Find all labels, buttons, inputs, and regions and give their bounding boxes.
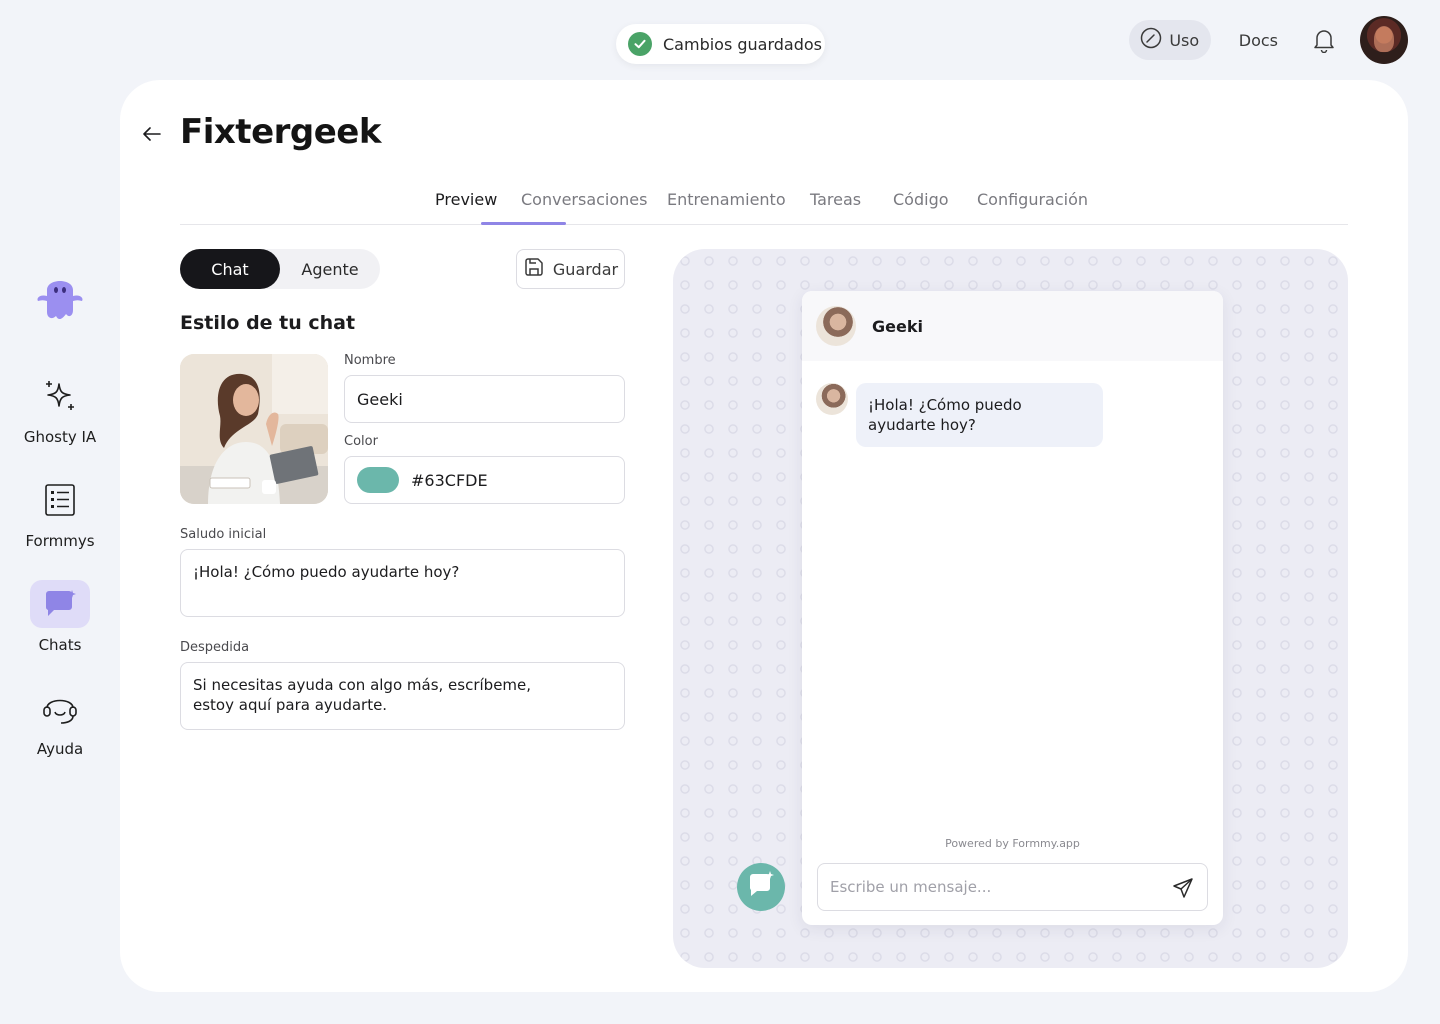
saved-toast: Cambios guardados [616,24,825,64]
tab-conversaciones[interactable]: Conversaciones [521,190,647,209]
bell-icon[interactable] [1310,26,1338,54]
bot-message: ¡Hola! ¿Cómo puedo ayudarte hoy? [816,383,1103,447]
message-placeholder: Escribe un mensaje... [830,878,992,896]
check-icon [628,32,652,56]
page-title: Fixtergeek [180,112,381,152]
chat-header: Geeki [802,291,1223,361]
sparkles-icon [30,372,90,420]
farewell-field[interactable]: Si necesitas ayuda con algo más, escríbe… [180,662,625,730]
tab-configuracion[interactable]: Configuración [977,190,1088,209]
tab-tareas[interactable]: Tareas [810,190,861,209]
send-icon[interactable] [1171,876,1195,900]
save-button[interactable]: Guardar [516,249,625,289]
bot-avatar-photo[interactable] [180,354,328,504]
chat-widget-window: Geeki ¡Hola! ¿Cómo puedo ayudarte hoy? P… [802,291,1223,925]
active-tab-indicator [481,222,566,225]
greeting-field[interactable]: ¡Hola! ¿Cómo puedo ayudarte hoy? [180,549,625,617]
mode-toggle: Chat Agente [180,249,380,289]
tab-codigo[interactable]: Código [893,190,949,209]
main-card: Fixtergeek Preview Conversaciones Entren… [120,80,1408,992]
docs-link[interactable]: Docs [1239,31,1278,50]
color-field[interactable]: #63CFDE [344,456,625,504]
tab-bar: Preview Conversaciones Entrenamiento Tar… [180,176,1348,225]
farewell-label: Despedida [180,640,250,655]
sidebar-item-label: Ghosty IA [23,428,97,446]
sidebar-item-ayuda[interactable]: Ayuda [18,684,102,758]
top-nav: Uso Docs [1128,16,1408,64]
bot-avatar [816,306,856,346]
color-label: Color [344,434,378,449]
sidebar-item-label: Ayuda [36,740,84,758]
sidebar-item-ghosty-ia[interactable]: Ghosty IA [18,372,102,446]
sidebar-item-formmys[interactable]: Formmys [18,476,102,550]
floppy-disk-icon [523,256,545,282]
chat-preview-panel: Geeki ¡Hola! ¿Cómo puedo ayudarte hoy? P… [673,249,1348,968]
message-input[interactable]: Escribe un mensaje... [817,863,1208,911]
chat-launcher-button[interactable] [737,863,785,911]
agent-mode-option[interactable]: Agente [280,249,380,289]
back-arrow-icon[interactable] [140,122,164,146]
name-field[interactable]: Geeki [344,375,625,423]
powered-by: Powered by Formmy.app [945,837,1080,850]
save-label: Guardar [552,259,619,279]
tab-entrenamiento[interactable]: Entrenamiento [667,190,786,209]
gauge-icon [1140,27,1162,53]
message-bubble: ¡Hola! ¿Cómo puedo ayudarte hoy? [856,383,1103,447]
headset-icon [30,684,90,732]
usage-label: Uso [1169,30,1200,50]
color-swatch[interactable] [357,467,399,493]
sidebar-item-label: Chats [38,636,82,654]
sidebar: Ghosty IA Formmys Chats Ayuda [0,0,120,1024]
chat-bubble-icon [30,580,90,628]
bot-name: Geeki [872,316,923,336]
sidebar-item-chats[interactable]: Chats [18,580,102,654]
form-list-icon [30,476,90,524]
tab-preview[interactable]: Preview [435,190,497,209]
user-avatar[interactable] [1360,16,1408,64]
name-value: Geeki [357,389,403,409]
usage-button[interactable]: Uso [1128,20,1211,60]
color-value: #63CFDE [411,470,488,490]
chat-launcher-icon [746,870,776,904]
greeting-label: Saludo inicial [180,527,267,542]
bot-message-avatar [816,383,848,415]
name-label: Nombre [344,353,396,368]
toast-text: Cambios guardados [663,34,823,54]
sidebar-item-label: Formmys [25,532,95,550]
ghost-logo-icon[interactable] [32,270,88,326]
chat-mode-option[interactable]: Chat [180,249,280,289]
section-title: Estilo de tu chat [180,312,356,334]
